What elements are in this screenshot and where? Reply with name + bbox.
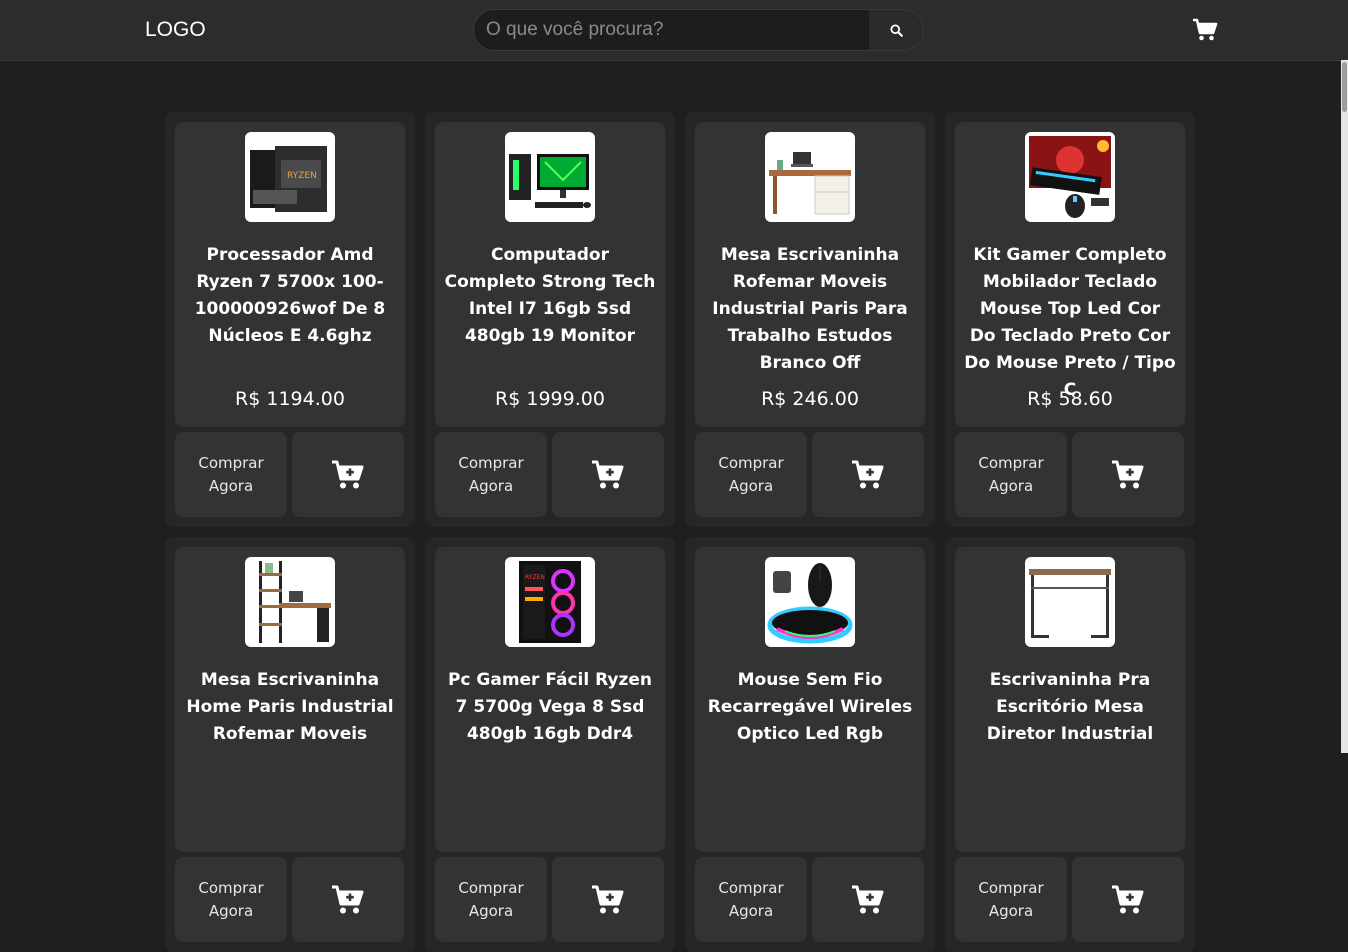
product-title[interactable]: Pc Gamer Fácil Ryzen 7 5700g Vega 8 Ssd … (444, 667, 656, 748)
logo[interactable]: LOGO (145, 18, 206, 42)
product-info[interactable]: Escrivaninha Pra Escritório Mesa Diretor… (955, 547, 1185, 852)
cart-plus-icon (852, 885, 884, 913)
product-image[interactable] (1025, 132, 1115, 222)
product-grid: RYZEN Processador Amd Ryzen 7 5700x 100-1… (165, 112, 1195, 952)
cart-plus-icon (332, 885, 364, 913)
product-title[interactable]: Mesa Escrivaninha Home Paris Industrial … (184, 667, 396, 748)
buy-now-label: Comprar Agora (198, 878, 264, 920)
buy-now-button[interactable]: Comprar Agora (955, 857, 1067, 942)
search-icon (889, 23, 903, 37)
product-image[interactable] (765, 557, 855, 647)
buy-now-button[interactable]: Comprar Agora (435, 857, 547, 942)
product-title[interactable]: Processador Amd Ryzen 7 5700x 100-100000… (184, 242, 396, 350)
product-info[interactable]: Mesa Escrivaninha Home Paris Industrial … (175, 547, 405, 852)
product-price: R$ 246.00 (761, 388, 859, 410)
product-title[interactable]: Kit Gamer Completo Mobilador Teclado Mou… (964, 242, 1176, 404)
search-button[interactable] (869, 10, 923, 50)
add-to-cart-button[interactable] (292, 857, 404, 942)
cart-plus-icon (852, 460, 884, 488)
product-card: Computador Completo Strong Tech Intel I7… (425, 112, 675, 527)
add-to-cart-button[interactable] (552, 432, 664, 517)
product-card: Escrivaninha Pra Escritório Mesa Diretor… (945, 537, 1195, 952)
cart-plus-icon (592, 460, 624, 488)
product-card: Mouse Sem Fio Recarregável Wireles Optic… (685, 537, 935, 952)
product-actions: Comprar Agora (955, 432, 1185, 517)
buy-now-button[interactable]: Comprar Agora (175, 432, 287, 517)
product-image[interactable] (245, 557, 335, 647)
buy-now-button[interactable]: Comprar Agora (175, 857, 287, 942)
product-card: Mesa Escrivaninha Rofemar Moveis Industr… (685, 112, 935, 527)
product-image[interactable]: RYZEN (245, 132, 335, 222)
add-to-cart-button[interactable] (812, 432, 924, 517)
svg-text:RYZEN: RYZEN (525, 574, 545, 581)
product-card: Mesa Escrivaninha Home Paris Industrial … (165, 537, 415, 952)
product-info[interactable]: RYZEN Pc Gamer Fácil Ryzen 7 5700g Vega 8… (435, 547, 665, 852)
product-actions: Comprar Agora (955, 857, 1185, 942)
cart-plus-icon (1112, 460, 1144, 488)
search-bar (473, 9, 924, 51)
product-info[interactable]: Mesa Escrivaninha Rofemar Moveis Industr… (695, 122, 925, 427)
product-title[interactable]: Computador Completo Strong Tech Intel I7… (444, 242, 656, 350)
product-card: RYZEN Pc Gamer Fácil Ryzen 7 5700g Vega 8… (425, 537, 675, 952)
buy-now-button[interactable]: Comprar Agora (955, 432, 1067, 517)
product-price: R$ 58.60 (1027, 388, 1113, 410)
buy-now-label: Comprar Agora (198, 453, 264, 495)
product-price: R$ 1999.00 (495, 388, 605, 410)
buy-now-button[interactable]: Comprar Agora (435, 432, 547, 517)
buy-now-label: Comprar Agora (978, 453, 1044, 495)
scrollbar-thumb[interactable] (1342, 62, 1347, 112)
page-scrollbar[interactable] (1341, 60, 1348, 753)
product-actions: Comprar Agora (695, 432, 925, 517)
product-card: Kit Gamer Completo Mobilador Teclado Mou… (945, 112, 1195, 527)
cart-button[interactable] (1192, 18, 1218, 42)
product-image[interactable] (505, 132, 595, 222)
product-image[interactable]: RYZEN (505, 557, 595, 647)
product-actions: Comprar Agora (695, 857, 925, 942)
buy-now-label: Comprar Agora (718, 453, 784, 495)
buy-now-label: Comprar Agora (458, 453, 524, 495)
product-info[interactable]: Mouse Sem Fio Recarregável Wireles Optic… (695, 547, 925, 852)
product-info[interactable]: RYZEN Processador Amd Ryzen 7 5700x 100-1… (175, 122, 405, 427)
buy-now-label: Comprar Agora (718, 878, 784, 920)
product-actions: Comprar Agora (435, 432, 665, 517)
add-to-cart-button[interactable] (292, 432, 404, 517)
product-title[interactable]: Escrivaninha Pra Escritório Mesa Diretor… (964, 667, 1176, 748)
product-actions: Comprar Agora (175, 857, 405, 942)
cart-plus-icon (592, 885, 624, 913)
add-to-cart-button[interactable] (1072, 857, 1184, 942)
product-price: R$ 1194.00 (235, 388, 345, 410)
svg-text:RYZEN: RYZEN (287, 171, 317, 181)
buy-now-button[interactable]: Comprar Agora (695, 857, 807, 942)
cart-plus-icon (332, 460, 364, 488)
product-info[interactable]: Kit Gamer Completo Mobilador Teclado Mou… (955, 122, 1185, 427)
top-header: LOGO (0, 0, 1348, 61)
product-title[interactable]: Mouse Sem Fio Recarregável Wireles Optic… (704, 667, 916, 748)
buy-now-label: Comprar Agora (458, 878, 524, 920)
product-image[interactable] (765, 132, 855, 222)
buy-now-label: Comprar Agora (978, 878, 1044, 920)
add-to-cart-button[interactable] (812, 857, 924, 942)
product-actions: Comprar Agora (175, 432, 405, 517)
buy-now-button[interactable]: Comprar Agora (695, 432, 807, 517)
search-input[interactable] (474, 10, 864, 50)
product-card: RYZEN Processador Amd Ryzen 7 5700x 100-1… (165, 112, 415, 527)
cart-icon (1193, 18, 1218, 41)
product-image[interactable] (1025, 557, 1115, 647)
product-actions: Comprar Agora (435, 857, 665, 942)
add-to-cart-button[interactable] (552, 857, 664, 942)
add-to-cart-button[interactable] (1072, 432, 1184, 517)
cart-plus-icon (1112, 885, 1144, 913)
product-info[interactable]: Computador Completo Strong Tech Intel I7… (435, 122, 665, 427)
product-title[interactable]: Mesa Escrivaninha Rofemar Moveis Industr… (704, 242, 916, 377)
